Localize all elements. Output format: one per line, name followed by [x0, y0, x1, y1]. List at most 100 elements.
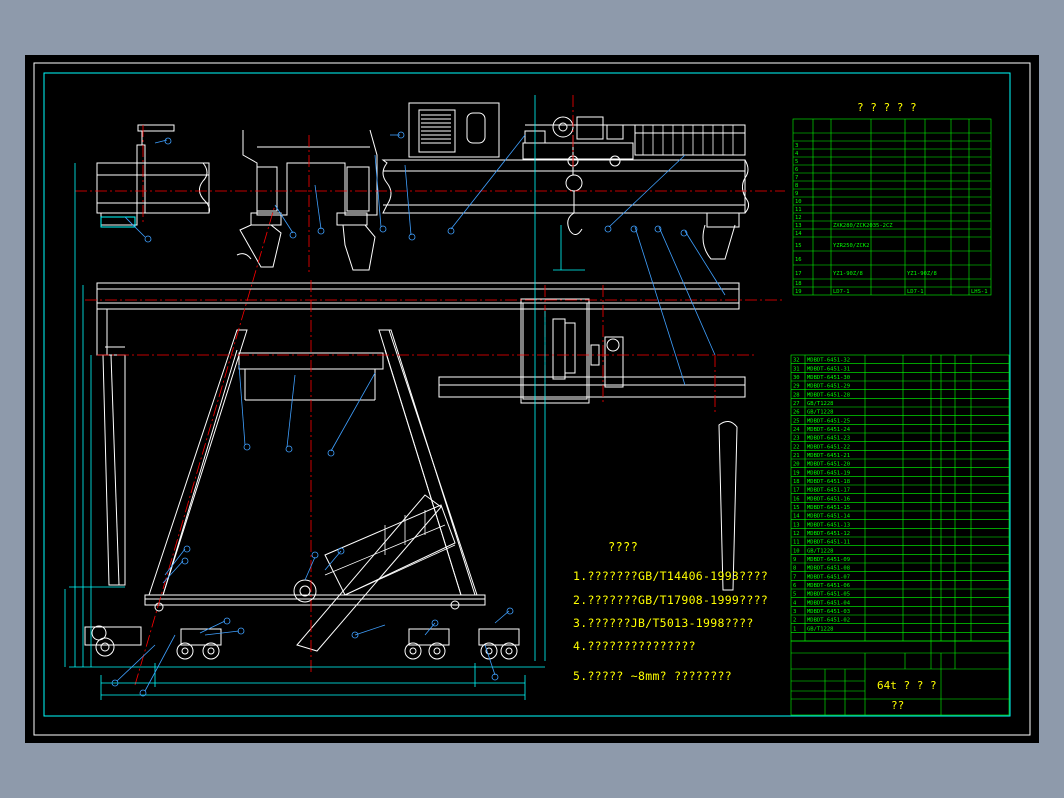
note-4: 4.??????????????? — [573, 639, 696, 653]
svg-text:ZXK280/ZCK2035-2CZ: ZXK280/ZCK2035-2CZ — [833, 223, 893, 229]
parts-row-number: 16 — [793, 496, 800, 502]
parts-row-number: 25 — [793, 418, 800, 424]
parts-row-code: MDBDT-6451-04 — [807, 600, 851, 606]
svg-text:12: 12 — [795, 215, 802, 221]
parts-row-number: 20 — [793, 462, 800, 468]
note-5: 5.????? ~8mm? ???????? — [573, 669, 732, 683]
parts-row-number: 6 — [793, 583, 796, 589]
svg-text:6: 6 — [795, 167, 798, 173]
parts-row-code: MDBDT-6451-12 — [807, 531, 850, 537]
parts-row-number: 29 — [793, 384, 800, 390]
parts-row-number: 3 — [793, 609, 796, 615]
svg-text:8: 8 — [795, 183, 798, 189]
drawing-subtitle: ?? — [891, 699, 905, 712]
parts-row-code: MDBDT-6451-05 — [807, 592, 850, 598]
parts-row-code: MDBDT-6451-25 — [807, 418, 850, 424]
parts-row-number: 31 — [793, 366, 800, 372]
parts-row-number: 5 — [793, 592, 796, 598]
svg-text:11: 11 — [795, 207, 802, 213]
note-2: 2.???????GB/T17908-1999???? — [573, 593, 769, 607]
svg-text:16: 16 — [795, 257, 802, 263]
svg-text:7: 7 — [795, 175, 798, 181]
parts-row-code: GB/T1228 — [807, 626, 834, 632]
parts-row-code: MDBDT-6451-28 — [807, 392, 850, 398]
svg-text:13: 13 — [795, 223, 802, 229]
svg-text:4: 4 — [795, 151, 799, 157]
parts-row-number: 11 — [793, 540, 800, 546]
parts-row-code: MDBDT-6451-24 — [807, 427, 851, 433]
parts-row-number: 4 — [793, 600, 797, 606]
drawing-title: 64t ? ? ? — [877, 679, 937, 692]
parts-row-code: MDBDT-6451-16 — [807, 496, 850, 502]
cad-drawing[interactable]: 3 4 5 6 7 8 9 10 11 12 13 14 15 16 17 18… — [25, 55, 1039, 743]
svg-text:15: 15 — [795, 243, 802, 249]
svg-text:5: 5 — [795, 159, 798, 165]
parts-row-code: GB/T1228 — [807, 410, 834, 416]
parts-table-text: 3 2 MDBDT-6451-32 31 MDBDT-6451-31 30 MDBDT-64… — [793, 358, 851, 633]
parts-row-code: MDBDT-6451-14 — [807, 514, 851, 520]
parts-row-number: 18 — [793, 479, 800, 485]
parameter-table — [792, 118, 992, 296]
parts-row-code: MDBDT-6451-21 — [807, 453, 850, 459]
note-1: 1.???????GB/T14406-1993???? — [573, 569, 769, 583]
parts-row-code: MDBDT-6451-15 — [807, 505, 850, 511]
parts-row-code: MDBDT-6451-31 — [807, 366, 850, 372]
parts-row-number: 22 — [793, 444, 800, 450]
parts-row-code: MDBDT-6451-18 — [807, 479, 850, 485]
parts-row-number: 2 — [793, 618, 796, 624]
parts-row-number: 28 — [793, 392, 800, 398]
parts-row-code: MDBDT-6451-23 — [807, 436, 850, 442]
parts-row-code: MDBDT-6451-32 — [807, 358, 850, 364]
svg-text:17: 17 — [795, 271, 802, 277]
parts-row-code: MDBDT-6451-07 — [807, 574, 850, 580]
parts-row-code: MDBDT-6451-22 — [807, 444, 850, 450]
parts-row-number: 19 — [793, 470, 800, 476]
side-view — [96, 102, 750, 271]
parts-row-number: 24 — [793, 427, 800, 433]
note-3: 3.??????JB/T5013-1998???? — [573, 616, 754, 630]
parts-row-number: 8 — [793, 566, 796, 572]
parts-row-number: 1 — [793, 626, 796, 632]
parts-row-code: MDBDT-6451-11 — [807, 540, 850, 546]
parts-row-number: 12 — [793, 531, 800, 537]
parts-row-number: 14 — [793, 514, 800, 520]
parts-row-number: 30 — [793, 375, 800, 381]
parts-row-number: 15 — [793, 505, 800, 511]
svg-text:LHS-1: LHS-1 — [971, 289, 988, 295]
parts-row-code: MDBDT-6451-20 — [807, 462, 850, 468]
parameter-table-text: 3 4 5 6 7 8 9 10 11 12 13 14 15 16 17 18… — [795, 143, 988, 295]
wheels — [84, 600, 520, 660]
svg-text:LD7-1: LD7-1 — [907, 289, 924, 295]
parts-row-number: 17 — [793, 488, 800, 494]
parts-row-number: 26 — [793, 410, 800, 416]
parts-row-code: MDBDT-6451-30 — [807, 375, 850, 381]
parts-row-number: 9 — [793, 557, 796, 563]
parts-row-code: GB/T1228 — [807, 548, 834, 554]
parts-row-code: MDBDT-6451-13 — [807, 522, 850, 528]
parameter-table-title: ? ? ? ? ? — [857, 101, 917, 114]
parts-row-code: MDBDT-6451-17 — [807, 488, 850, 494]
parts-row-code: MDBDT-6451-03 — [807, 609, 850, 615]
parts-row-number: 13 — [793, 522, 800, 528]
svg-text:14: 14 — [795, 231, 802, 237]
svg-text:9: 9 — [795, 191, 798, 197]
svg-text:YZ1-90Z/8: YZ1-90Z/8 — [833, 271, 863, 277]
notes-heading: ???? — [608, 540, 639, 554]
parts-row-code: MDBDT-6451-29 — [807, 384, 850, 390]
drawing-sheet: 3 4 5 6 7 8 9 10 11 12 13 14 15 16 17 18… — [25, 55, 1039, 743]
svg-text:18: 18 — [795, 281, 802, 287]
parts-row-number: 27 — [793, 401, 800, 407]
parts-row-code: MDBDT-6451-06 — [807, 583, 850, 589]
leader-lines — [111, 131, 726, 697]
parts-row-number: 7 — [793, 574, 796, 580]
parts-row-code: GB/T1228 — [807, 401, 834, 407]
svg-text:YZ1-90Z/8: YZ1-90Z/8 — [907, 271, 937, 277]
parts-row-code: MDBDT-6451-09 — [807, 557, 850, 563]
parts-row-number: 21 — [793, 453, 800, 459]
svg-text:LD7-1: LD7-1 — [833, 289, 850, 295]
svg-text:YZR250/ZCK2: YZR250/ZCK2 — [833, 243, 869, 249]
parts-row-number: 10 — [793, 548, 800, 554]
svg-text:3: 3 — [795, 143, 798, 149]
parts-row-code: MDBDT-6451-02 — [807, 618, 850, 624]
svg-text:19: 19 — [795, 289, 802, 295]
